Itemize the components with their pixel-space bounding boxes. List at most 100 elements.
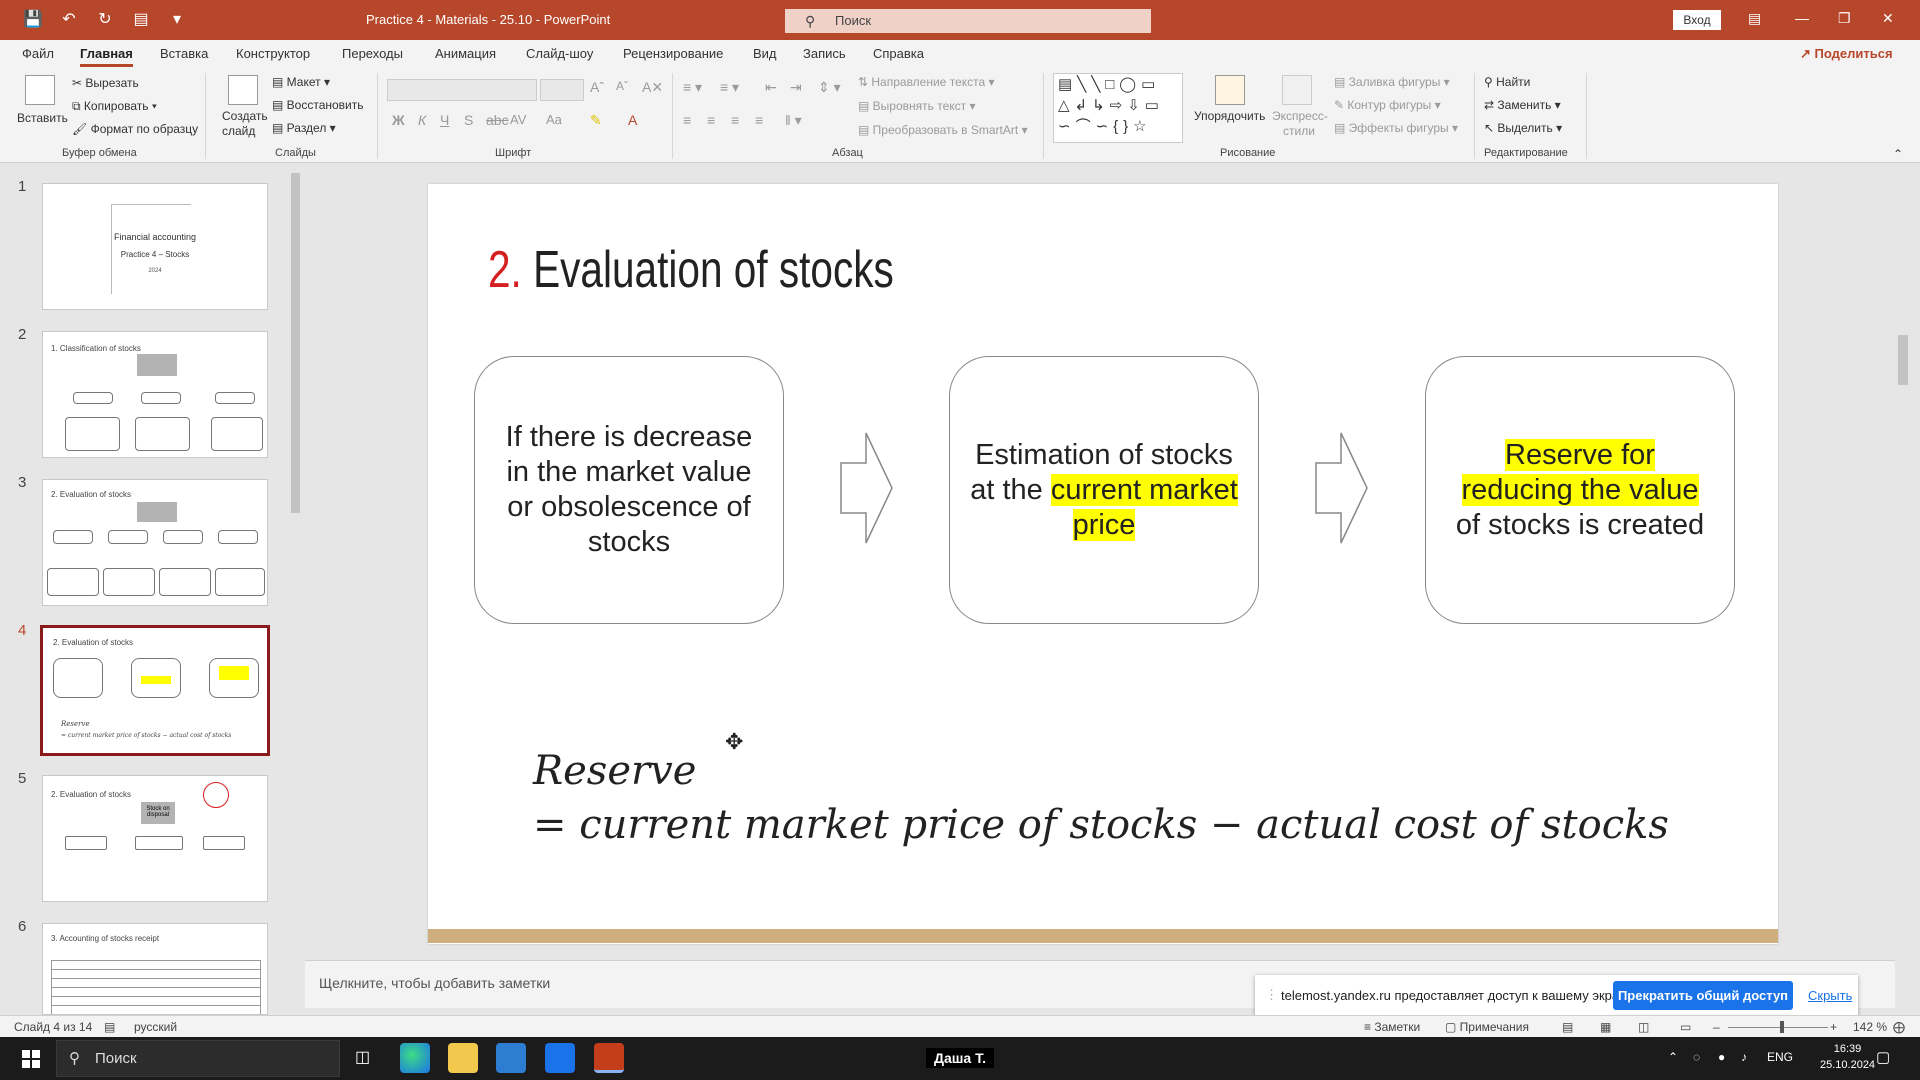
tab-design[interactable]: Конструктор (236, 46, 310, 61)
fit-slide-icon[interactable]: ⨁ (1893, 1020, 1905, 1034)
tab-home[interactable]: Главная (80, 46, 133, 67)
windows-start-icon[interactable] (22, 1050, 40, 1068)
new-slide-icon[interactable] (228, 75, 258, 105)
slide-thumbnail-2[interactable]: 1. Classification of stocks (42, 331, 268, 458)
shape-outline-button[interactable]: ✎ Контур фигуры ▾ (1334, 98, 1441, 112)
flow-box-reserve[interactable]: Reserve for reducing the value of stocks… (1425, 356, 1735, 624)
slide-thumbnail-5[interactable]: 2. Evaluation of stocks Stock on disposa… (42, 775, 268, 902)
quick-styles-button[interactable]: Экспресс-стили (1272, 109, 1328, 139)
reading-view-icon[interactable]: ◫ (1638, 1020, 1649, 1034)
layout-button[interactable]: ▤ Макет ▾ (272, 75, 330, 89)
accessibility-icon[interactable]: ▤ (104, 1020, 115, 1034)
reset-button[interactable]: ▤ Восстановить (272, 98, 364, 112)
tab-file[interactable]: Файл (22, 46, 54, 61)
justify-icon[interactable]: ≡ (755, 112, 763, 128)
search-input[interactable]: ⚲ Поиск (785, 9, 1151, 33)
char-spacing-icon[interactable]: AV (510, 112, 526, 127)
tray-chevron-icon[interactable]: ⌃ (1668, 1050, 1678, 1064)
align-text-button[interactable]: ▤ Выровнять текст ▾ (858, 99, 976, 113)
paste-button[interactable]: Вставить (17, 111, 68, 125)
paste-icon[interactable] (25, 75, 55, 105)
zoom-out-button[interactable]: – (1713, 1020, 1720, 1034)
cut-button[interactable]: ✂ Вырезать (72, 76, 139, 90)
font-color-icon[interactable]: A (628, 112, 637, 128)
language-indicator[interactable]: русский (134, 1020, 177, 1034)
tab-slideshow[interactable]: Слайд-шоу (526, 46, 593, 61)
tab-transitions[interactable]: Переходы (342, 46, 403, 61)
normal-view-icon[interactable]: ▤ (1562, 1020, 1573, 1034)
zoom-slider[interactable] (1728, 1027, 1828, 1028)
notifications-icon[interactable]: ▢ (1876, 1048, 1890, 1066)
bold-icon[interactable]: Ж (392, 112, 405, 128)
slide-scrollbar-handle[interactable] (1898, 335, 1908, 385)
slide-scrollbar[interactable] (1896, 165, 1910, 945)
present-icon[interactable]: ▤ (130, 8, 152, 30)
slideshow-view-icon[interactable]: ▭ (1680, 1020, 1691, 1034)
font-name-select[interactable] (387, 79, 537, 101)
copy-button[interactable]: ⧉ Копировать ▾ (72, 99, 157, 114)
arrange-button[interactable]: Упорядочить (1194, 109, 1265, 123)
slide-sorter-icon[interactable]: ▦ (1600, 1020, 1611, 1034)
save-icon[interactable]: 💾 (22, 8, 44, 30)
zoom-in-button[interactable]: + (1830, 1020, 1837, 1034)
restore-button[interactable]: ❐ (1838, 10, 1851, 27)
zoom-level[interactable]: 142 % (1853, 1020, 1887, 1034)
slide-title[interactable]: 2. Evaluation of stocks (488, 240, 894, 300)
align-right-icon[interactable]: ≡ (731, 112, 739, 128)
find-button[interactable]: ⚲ Найти (1484, 75, 1530, 89)
zoom-slider-handle[interactable] (1780, 1021, 1784, 1033)
redo-icon[interactable]: ↻ (94, 8, 116, 30)
align-left-icon[interactable]: ≡ (683, 112, 691, 128)
format-painter-button[interactable]: 🖌 Формат по образцу (72, 122, 198, 136)
thumb-scrollbar[interactable] (289, 163, 301, 1003)
strikethrough-icon[interactable]: abc (486, 112, 509, 128)
convert-smartart-button[interactable]: ▤ Преобразовать в SmartArt ▾ (858, 123, 1028, 137)
collapse-ribbon-icon[interactable]: ⌃ (1893, 147, 1903, 161)
tab-record[interactable]: Запись (803, 46, 846, 61)
thumb-scrollbar-handle[interactable] (291, 173, 300, 513)
slide-thumbnail-1[interactable]: Financial accounting Practice 4 – Stocks… (42, 183, 268, 310)
slide-thumbnail-6[interactable]: 3. Accounting of stocks receipt (42, 923, 268, 1015)
text-direction-button[interactable]: ⇅ Направление текста ▾ (858, 75, 995, 89)
shapes-gallery[interactable]: ▤╲╲□◯▭ △↲↳⇨⇩▭ ∽⌒∽{}☆ (1053, 73, 1183, 143)
store-icon[interactable] (496, 1043, 526, 1073)
slide-thumbnail-3[interactable]: 2. Evaluation of stocks (42, 479, 268, 606)
section-button[interactable]: ▤ Раздел ▾ (272, 121, 336, 135)
powerpoint-taskbar-icon[interactable] (594, 1043, 624, 1073)
replace-button[interactable]: ⇄ Заменить ▾ (1484, 98, 1561, 112)
close-button[interactable]: ✕ (1882, 10, 1894, 27)
file-explorer-icon[interactable] (448, 1043, 478, 1073)
shape-effects-button[interactable]: ▤ Эффекты фигуры ▾ (1334, 121, 1458, 135)
select-button[interactable]: ↖ Выделить ▾ (1484, 121, 1562, 135)
mail-icon[interactable] (545, 1043, 575, 1073)
slide-thumbnail-4[interactable]: 2. Evaluation of stocks Reserve = curren… (40, 625, 270, 756)
keyboard-language[interactable]: ENG (1767, 1050, 1793, 1064)
volume-icon[interactable]: ♪ (1741, 1050, 1747, 1064)
line-spacing-icon[interactable]: ⇕ ▾ (818, 79, 841, 96)
network-icon[interactable]: ◌ (1693, 1050, 1700, 1064)
tab-view[interactable]: Вид (753, 46, 777, 61)
tab-help[interactable]: Справка (873, 46, 924, 61)
arrange-icon[interactable] (1215, 75, 1245, 105)
numbering-icon[interactable]: ≡ ▾ (720, 79, 739, 96)
change-case-icon[interactable]: Aa (546, 112, 562, 127)
flow-box-condition[interactable]: If there is decrease in the market value… (474, 356, 784, 624)
minimize-button[interactable]: — (1795, 10, 1809, 26)
quick-styles-icon[interactable] (1282, 75, 1312, 105)
shape-fill-button[interactable]: ▤ Заливка фигуры ▾ (1334, 75, 1450, 89)
taskbar-clock[interactable]: 16:39 25.10.2024 (1820, 1041, 1875, 1073)
flow-box-estimation[interactable]: Estimation of stocks at the current mark… (949, 356, 1259, 624)
comments-toggle[interactable]: ▢ Примечания (1445, 1020, 1529, 1034)
hide-banner-link[interactable]: Скрыть (1808, 988, 1852, 1003)
underline-icon[interactable]: Ч (440, 112, 449, 128)
italic-icon[interactable]: К (418, 112, 426, 128)
tab-animations[interactable]: Анимация (435, 46, 496, 61)
signin-button[interactable]: Вход (1673, 10, 1721, 30)
notes-toggle[interactable]: ≡ Заметки (1364, 1020, 1420, 1034)
font-grow-icon[interactable]: Aˆ (590, 79, 604, 95)
decrease-indent-icon[interactable]: ⇤ (765, 79, 777, 96)
shadow-icon[interactable]: S (464, 112, 473, 128)
align-center-icon[interactable]: ≡ (707, 112, 715, 128)
font-size-select[interactable] (540, 79, 584, 101)
undo-icon[interactable]: ↶ (58, 8, 80, 30)
